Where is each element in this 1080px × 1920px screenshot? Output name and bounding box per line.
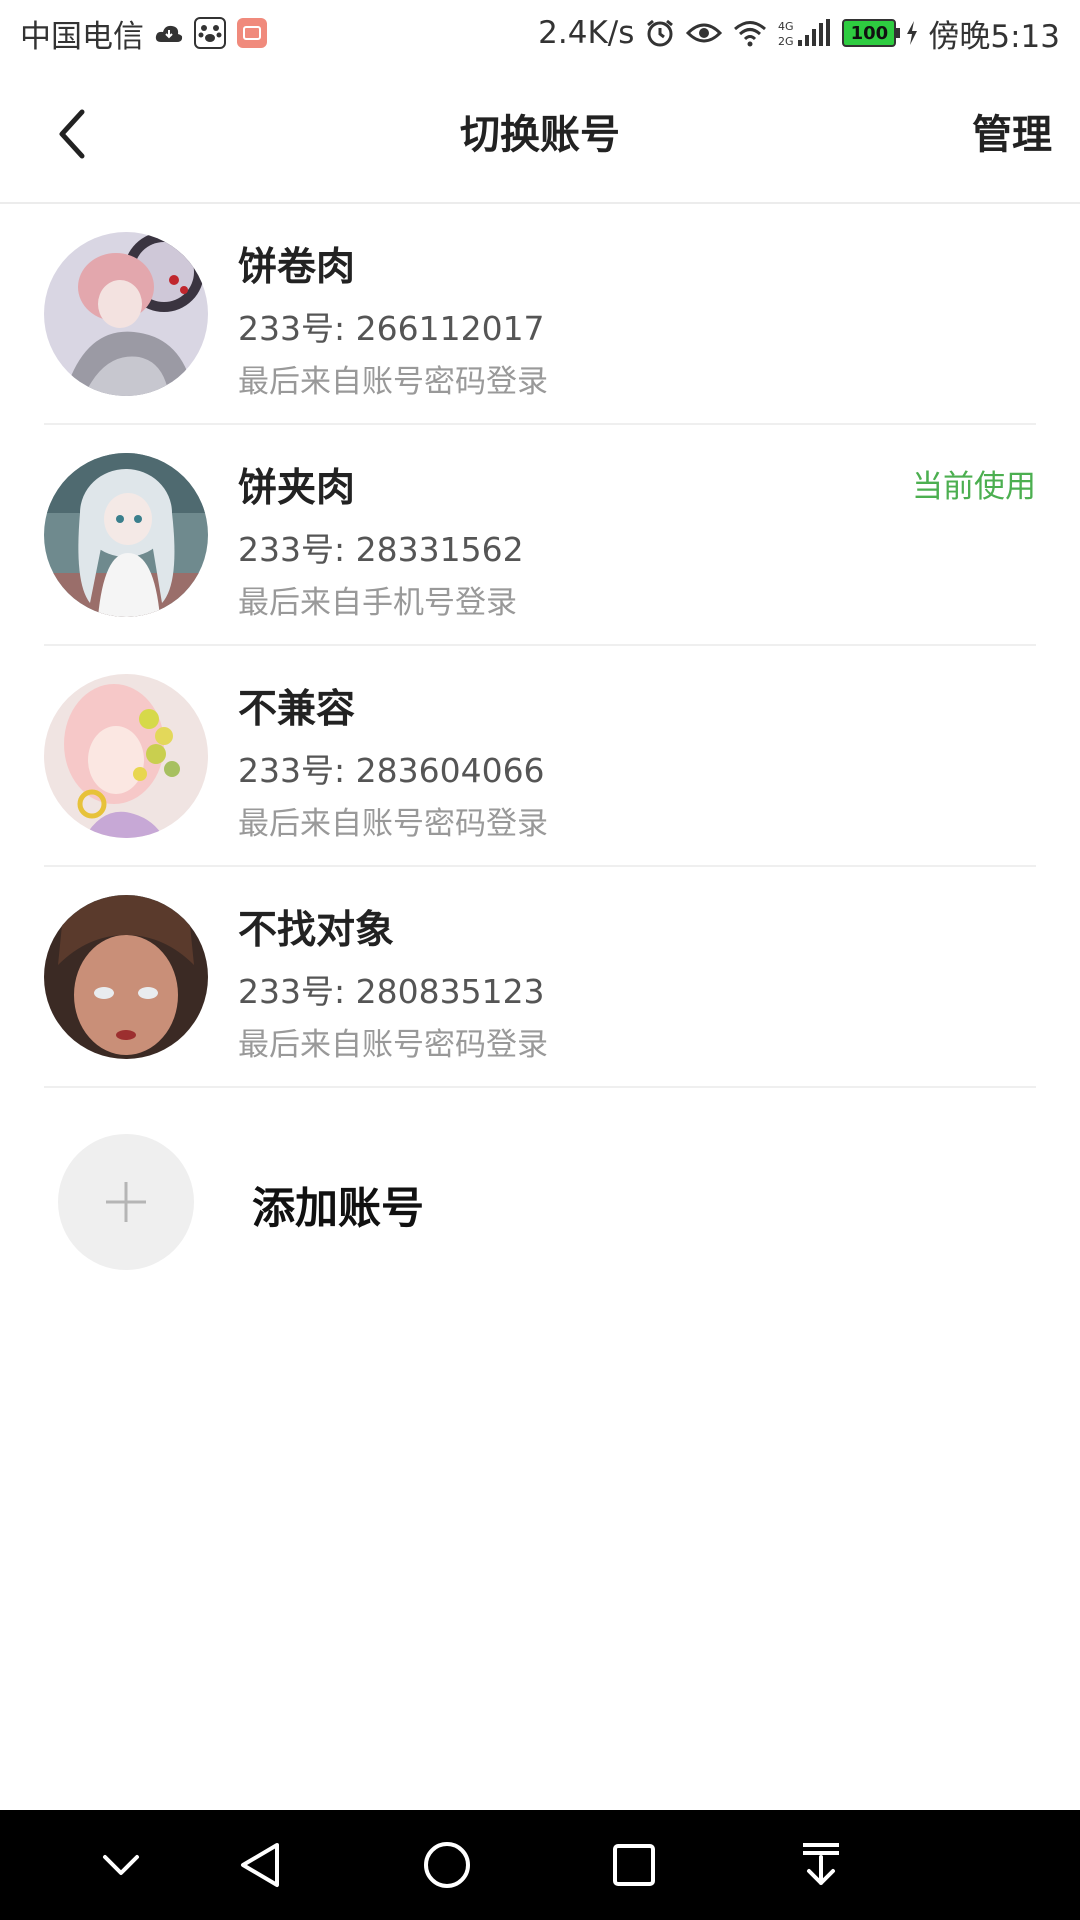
account-row[interactable]: 饼夹肉 233号: 28331562 最后来自手机号登录 当前使用 [44,425,1036,646]
paw-app-icon [194,17,226,49]
avatar [44,674,208,838]
system-nav-bar [0,1810,1080,1920]
charging-bolt-icon [906,20,918,46]
back-nav-button[interactable] [224,1830,294,1900]
account-id: 233号: 283604066 [238,751,545,790]
plus-icon [106,1182,146,1222]
login-method: 最后来自账号密码登录 [238,1027,548,1063]
recents-square-icon [613,1844,655,1886]
page-title: 切换账号 [460,112,620,158]
hide-nav-button[interactable] [86,1830,156,1900]
account-list: 饼卷肉 233号: 266112017 最后来自账号密码登录 饼夹肉 233号:… [0,204,1080,1088]
login-method: 最后来自账号密码登录 [238,806,548,842]
signal-icon: 4G 2G [778,18,832,48]
login-method: 最后来自账号密码登录 [238,364,548,400]
network-speed: 2.4K/s [538,15,635,51]
avatar [44,453,208,617]
chevron-down-icon [103,1855,139,1875]
carrier-name: 中国电信 [20,18,144,55]
account-name: 不兼容 [238,687,356,732]
wifi-icon [732,19,768,47]
cloud-icon [154,22,184,44]
add-account-button[interactable]: 添加账号 [58,1134,1038,1274]
add-account-circle [58,1134,194,1270]
top-app-bar: 切换账号 管理 [0,66,1080,204]
manage-button[interactable]: 管理 [972,66,1052,204]
eye-icon [686,19,723,47]
account-row[interactable]: 不兼容 233号: 283604066 最后来自账号密码登录 [44,646,1036,867]
account-id: 233号: 266112017 [238,309,545,348]
avatar [44,232,208,396]
account-name: 饼夹肉 [238,466,356,511]
account-name: 不找对象 [238,908,395,953]
status-bar: 中国电信 2.4K/s 4G 2G 100 傍晚5:13 [0,0,1080,66]
account-row[interactable]: 饼卷肉 233号: 266112017 最后来自账号密码登录 [44,204,1036,425]
battery-icon: 100 [842,19,901,47]
status-bar-right: 2.4K/s 4G 2G 100 傍晚5:13 [538,11,1060,56]
account-name: 饼卷肉 [238,245,356,290]
pull-down-icon [803,1843,839,1885]
home-nav-button[interactable] [412,1830,482,1900]
account-id: 233号: 280835123 [238,972,545,1011]
current-account-badge: 当前使用 [912,469,1036,505]
account-id: 233号: 28331562 [238,530,524,569]
home-circle-icon [424,1842,470,1888]
svg-text:2G: 2G [778,35,794,48]
back-triangle-icon [241,1843,279,1887]
account-row[interactable]: 不找对象 233号: 280835123 最后来自账号密码登录 [44,867,1036,1088]
clock-time: 傍晚5:13 [928,18,1060,55]
add-account-label: 添加账号 [252,1184,424,1234]
message-app-icon [236,17,268,49]
recents-nav-button[interactable] [599,1830,669,1900]
alarm-icon [644,17,676,49]
status-bar-left: 中国电信 [20,11,268,56]
login-method: 最后来自手机号登录 [238,585,517,621]
svg-text:4G: 4G [778,20,794,33]
notification-pull-button[interactable] [786,1830,856,1900]
avatar [44,895,208,1059]
